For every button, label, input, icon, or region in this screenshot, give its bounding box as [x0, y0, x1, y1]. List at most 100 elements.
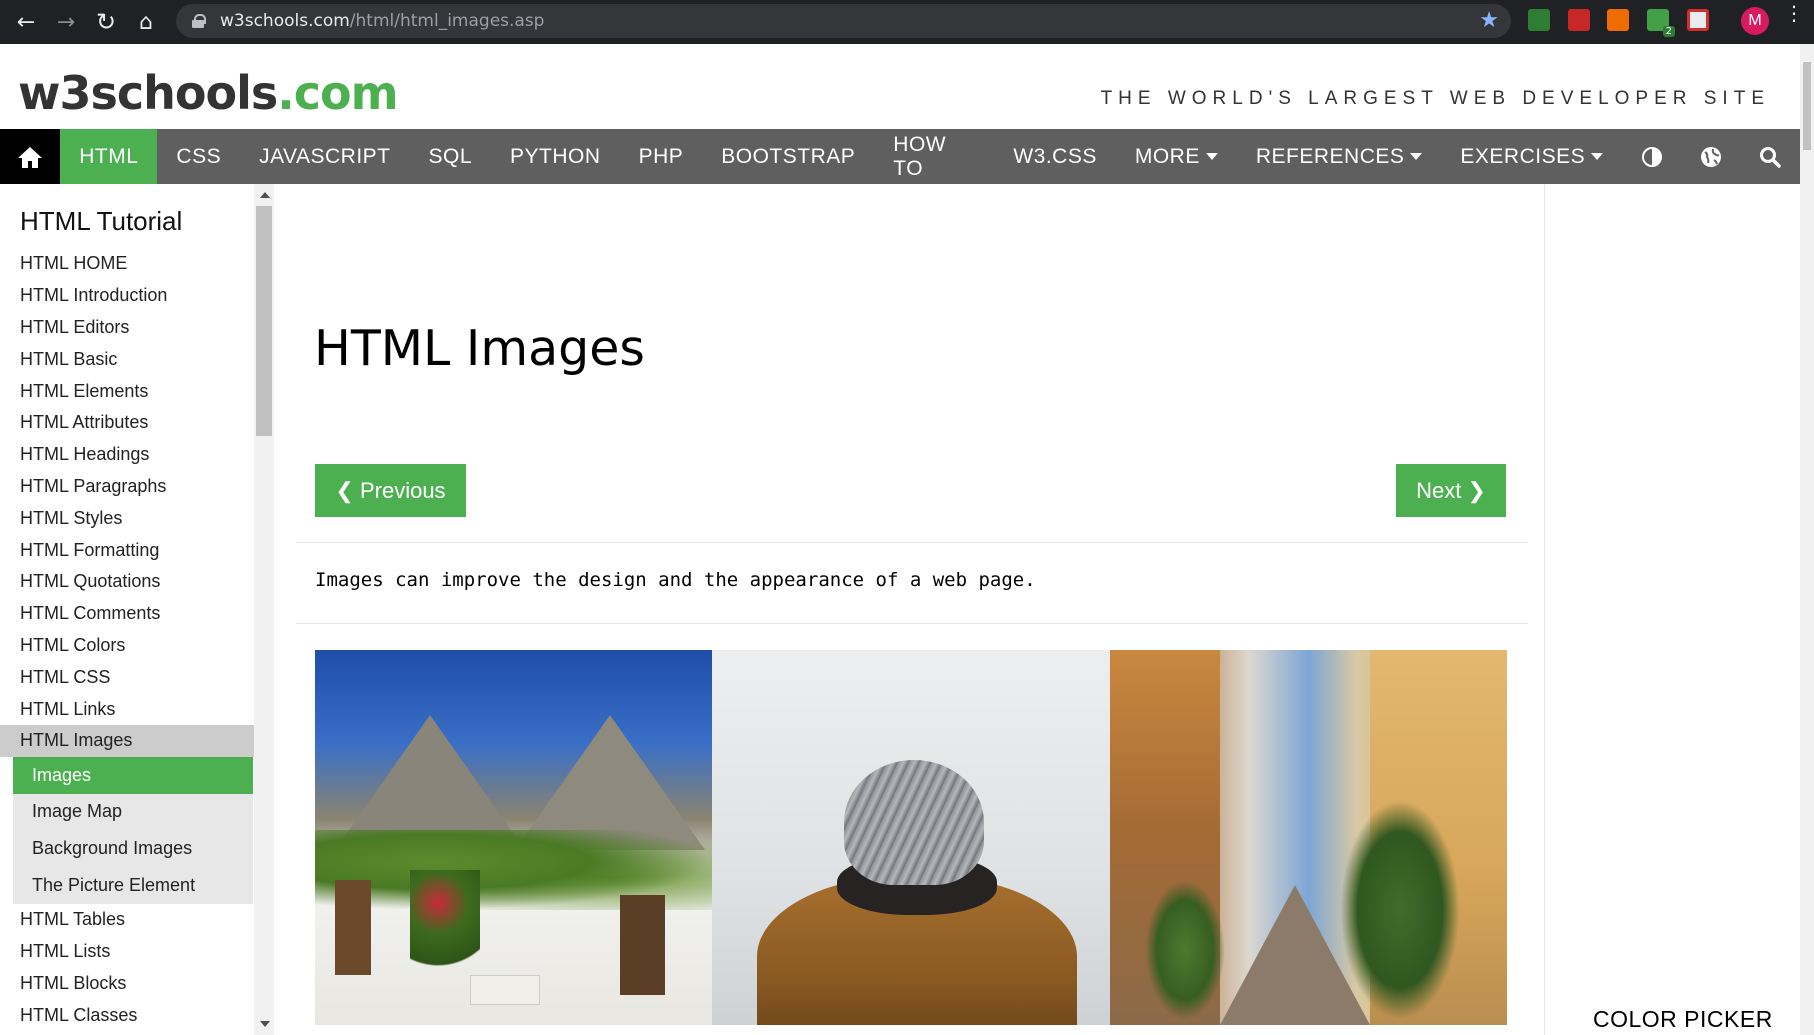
- person-in-beanie-image: [712, 650, 1110, 1025]
- sidebar-item-html-quotations[interactable]: HTML Quotations: [0, 566, 254, 598]
- sidebar-item-html-tables[interactable]: HTML Tables: [0, 904, 254, 936]
- sidebar-item-html-styles[interactable]: HTML Styles: [0, 502, 254, 534]
- bookmark-star-icon[interactable]: ★: [1479, 8, 1499, 33]
- page-title: HTML Images: [314, 320, 645, 377]
- globe-icon: [1701, 146, 1722, 167]
- caret-down-icon: [1591, 153, 1604, 160]
- sidebar-item-html-introduction[interactable]: HTML Introduction: [0, 280, 254, 312]
- profile-avatar[interactable]: M: [1741, 7, 1769, 35]
- extension-badge: 2: [1662, 26, 1675, 37]
- sidebar-item-html-blocks[interactable]: HTML Blocks: [0, 968, 254, 1000]
- nav-home-button[interactable]: [0, 129, 61, 184]
- page-scroll-thumb[interactable]: [1803, 62, 1811, 150]
- sidebar-item-html-colors[interactable]: HTML Colors: [0, 630, 254, 662]
- sidebar-item-html-lists[interactable]: HTML Lists: [0, 936, 254, 968]
- alley-street-image: [1109, 650, 1507, 1025]
- contrast-icon: [1641, 146, 1662, 167]
- caret-down-icon: [1410, 153, 1423, 160]
- main-content: HTML Images ❮ Previous Next ❯ Images can…: [274, 184, 1545, 1035]
- door-shape: [335, 880, 371, 975]
- color-picker-heading: COLOR PICKER: [1593, 1006, 1773, 1032]
- plants-shape: [1144, 880, 1225, 1020]
- trulli-houses-image: [315, 650, 713, 1025]
- nav-item-php[interactable]: PHP: [620, 129, 703, 184]
- translate-button[interactable]: [1681, 129, 1740, 184]
- sidebar-subitem-background-images[interactable]: Background Images: [13, 830, 253, 867]
- caret-down-icon: [1205, 153, 1218, 160]
- site-logo[interactable]: w3schools.com: [18, 66, 399, 120]
- beanie-shape: [844, 760, 985, 885]
- sidebar-title: HTML Tutorial: [20, 206, 183, 236]
- nav-item-w3css[interactable]: W3.CSS: [994, 129, 1116, 184]
- plants-shape: [1339, 800, 1460, 1020]
- tutorial-sidebar: HTML Tutorial HTML HOME HTML Introductio…: [0, 184, 274, 1035]
- sidebar-subitem-images[interactable]: Images: [13, 756, 253, 794]
- image-gallery: [315, 650, 1507, 1025]
- nav-item-how-to[interactable]: HOW TO: [874, 129, 994, 184]
- right-column: COLOR PICKER: [1545, 184, 1800, 1035]
- divider: [296, 623, 1528, 624]
- previous-button[interactable]: ❮ Previous: [315, 464, 466, 517]
- theme-toggle-button[interactable]: [1622, 129, 1681, 184]
- top-navigation: HTML CSS JAVASCRIPT SQL PYTHON PHP BOOTS…: [0, 129, 1800, 184]
- nav-references-label: REFERENCES: [1255, 144, 1405, 168]
- forward-icon[interactable]: →: [46, 2, 86, 42]
- nav-item-exercises[interactable]: EXERCISES: [1441, 129, 1622, 184]
- home-icon[interactable]: ⌂: [126, 2, 166, 42]
- nav-item-python[interactable]: PYTHON: [491, 129, 620, 184]
- address-bar[interactable]: w3schools.com/html/html_images.asp ★: [176, 4, 1511, 38]
- logo-suffix: .com: [277, 66, 398, 120]
- sidebar-scroll-thumb[interactable]: [256, 206, 272, 436]
- sidebar-item-html-attributes[interactable]: HTML Attributes: [0, 407, 254, 439]
- search-button[interactable]: [1741, 129, 1800, 184]
- intro-text: Images can improve the design and the ap…: [315, 569, 1036, 591]
- sidebar-item-html-headings[interactable]: HTML Headings: [0, 439, 254, 471]
- scroll-down-arrow-icon[interactable]: [260, 1021, 270, 1027]
- sidebar-item-html-css[interactable]: HTML CSS: [0, 661, 254, 693]
- site-tagline: THE WORLD'S LARGEST WEB DEVELOPER SITE: [1100, 88, 1770, 109]
- nav-item-bootstrap[interactable]: BOOTSTRAP: [702, 129, 874, 184]
- search-icon: [1760, 146, 1782, 168]
- browser-toolbar: ← → ↻ ⌂ w3schools.com/html/html_images.a…: [0, 0, 1814, 44]
- sidebar-item-html-classes[interactable]: HTML Classes: [0, 999, 254, 1031]
- pocket-extension-icon[interactable]: [1687, 9, 1709, 31]
- sidebar-list: HTML HOME HTML Introduction HTML Editors…: [0, 248, 254, 1031]
- nav-item-references[interactable]: REFERENCES: [1237, 129, 1442, 184]
- sidebar-item-html-formatting[interactable]: HTML Formatting: [0, 534, 254, 566]
- sidebar-item-html-images[interactable]: HTML Images: [0, 724, 254, 757]
- sidebar-item-html-comments[interactable]: HTML Comments: [0, 598, 254, 630]
- check-extension-icon[interactable]: 2: [1647, 9, 1675, 37]
- nav-item-html[interactable]: HTML: [60, 129, 158, 184]
- sidebar-scrollbar[interactable]: [254, 184, 274, 1035]
- url-host: w3schools.com: [220, 11, 350, 31]
- home-icon: [18, 146, 43, 168]
- url-path: /html/html_images.asp: [349, 11, 545, 31]
- pdf-extension-icon[interactable]: [1568, 9, 1590, 31]
- extension-icon[interactable]: [1528, 9, 1550, 31]
- sidebar-item-html-editors[interactable]: HTML Editors: [0, 312, 254, 344]
- sidebar-item-html-home[interactable]: HTML HOME: [0, 248, 254, 280]
- browser-menu-icon[interactable]: ⋮: [1784, 3, 1804, 23]
- nav-item-javascript[interactable]: JAVASCRIPT: [240, 129, 409, 184]
- nav-item-css[interactable]: CSS: [157, 129, 240, 184]
- next-button[interactable]: Next ❯: [1396, 464, 1506, 517]
- shopping-extension-icon[interactable]: [1607, 9, 1629, 31]
- back-icon[interactable]: ←: [6, 2, 46, 42]
- reload-icon[interactable]: ↻: [86, 2, 126, 42]
- nav-item-sql[interactable]: SQL: [410, 129, 492, 184]
- sidebar-subitem-image-map[interactable]: Image Map: [13, 794, 253, 831]
- sidebar-submenu: Images Image Map Background Images The P…: [13, 756, 253, 904]
- sidebar-item-html-links[interactable]: HTML Links: [0, 693, 254, 725]
- sidebar-subitem-picture-element[interactable]: The Picture Element: [13, 867, 253, 904]
- sidebar-item-html-elements[interactable]: HTML Elements: [0, 375, 254, 407]
- nav-item-more[interactable]: MORE: [1116, 129, 1237, 184]
- planter-shape: [470, 975, 540, 1005]
- sidebar-item-html-basic[interactable]: HTML Basic: [0, 343, 254, 375]
- site-header: w3schools.com THE WORLD'S LARGEST WEB DE…: [0, 44, 1800, 129]
- sidebar-item-html-paragraphs[interactable]: HTML Paragraphs: [0, 471, 254, 503]
- page-scrollbar[interactable]: [1800, 44, 1814, 1035]
- scroll-up-arrow-icon[interactable]: [260, 192, 270, 198]
- logo-prefix: w3schools: [18, 66, 278, 120]
- rose-bush-shape: [410, 870, 480, 980]
- web-page: w3schools.com THE WORLD'S LARGEST WEB DE…: [0, 44, 1800, 1035]
